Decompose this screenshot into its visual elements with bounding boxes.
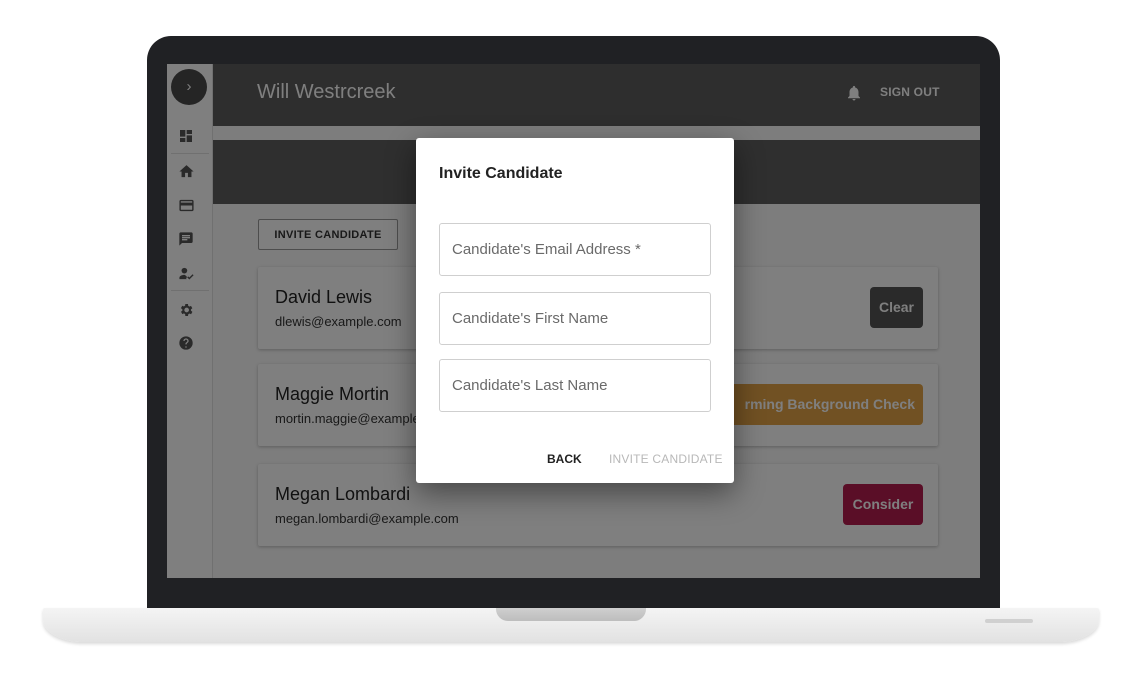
first-name-field[interactable] (439, 292, 711, 345)
last-name-field[interactable] (439, 359, 711, 412)
back-button[interactable]: BACK (547, 452, 582, 466)
dialog-title: Invite Candidate (439, 165, 563, 182)
invite-candidate-dialog: Invite Candidate BACK INVITE CANDIDATE (416, 138, 734, 483)
laptop-notch (496, 608, 646, 621)
invite-candidate-submit-button[interactable]: INVITE CANDIDATE (609, 452, 723, 466)
email-field[interactable] (439, 223, 711, 276)
laptop-foot (985, 619, 1033, 623)
app-screen: › Will Westrcreek (167, 64, 980, 578)
